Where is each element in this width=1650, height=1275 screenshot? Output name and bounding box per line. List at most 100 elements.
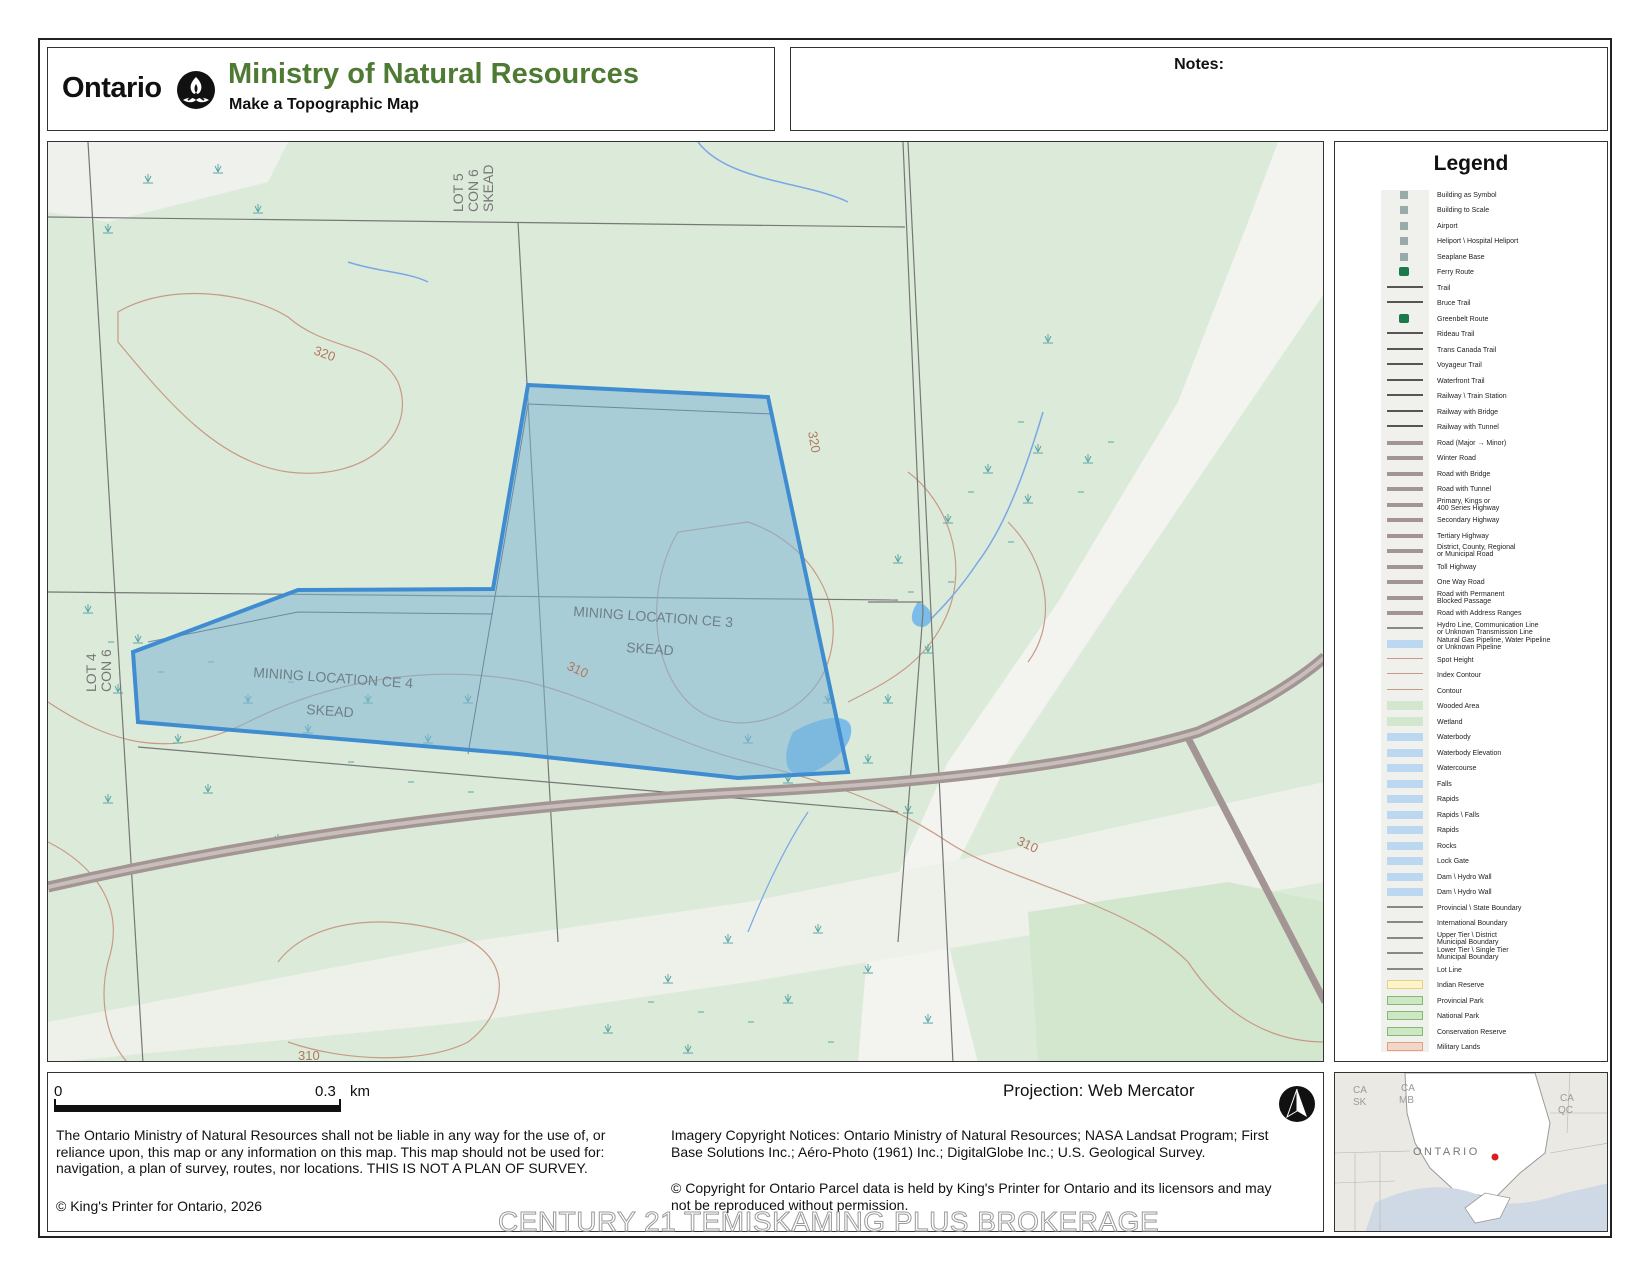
legend-item: Watercourse (1437, 765, 1477, 773)
page-subtitle: Make a Topographic Map (229, 96, 419, 113)
legend-symbol-icon (1387, 440, 1423, 445)
legend-symbol-icon (1387, 285, 1423, 288)
legend-symbol-icon (1400, 252, 1408, 261)
lot4-label: LOT 4 CON 6 (83, 649, 114, 692)
legend-symbol-icon (1387, 967, 1423, 970)
map-canvas[interactable]: LOT 5 CON 6 SKEAD LOT 4 CON 6 MINING LOC… (48, 142, 1324, 1062)
legend-symbol-icon (1387, 301, 1423, 304)
legend-symbol-icon (1387, 748, 1423, 757)
legend-symbol-icon (1387, 921, 1423, 924)
legend-item: Provincial \ State Boundary (1437, 904, 1522, 912)
svg-text:CON 6: CON 6 (98, 649, 114, 692)
legend-item: Seaplane Base (1437, 253, 1485, 261)
legend-item: Lower Tier \ Single Tier Municipal Bound… (1437, 947, 1509, 962)
scale-bar-unit-label: km (350, 1083, 370, 1100)
svg-text:CON 6: CON 6 (465, 169, 481, 212)
legend-symbol-icon (1387, 716, 1423, 726)
legend-item: Toll Highway (1437, 563, 1477, 571)
legend-symbol-icon (1387, 378, 1423, 381)
legend-item: Provincial Park (1437, 997, 1484, 1005)
legend-item: Ferry Route (1437, 269, 1474, 277)
legend-item: Rideau Trail (1437, 331, 1475, 339)
inset-neighbour-label: QC (1558, 1105, 1573, 1116)
legend-item: Lot Line (1437, 966, 1462, 974)
legend-item: Contour (1437, 687, 1462, 695)
svg-text:SKEAD: SKEAD (480, 165, 496, 212)
legend-item: Airport (1437, 222, 1458, 230)
legend-symbol-icon (1387, 502, 1423, 507)
legend-panel: Legend Building as Symbol Building to Sca… (1334, 141, 1608, 1062)
north-arrow-icon (1279, 1086, 1315, 1122)
mining-location-ce3-township: SKEAD (626, 639, 674, 658)
legend-symbol-icon (1387, 688, 1423, 690)
legend-item: International Boundary (1437, 920, 1508, 928)
legend-item: Falls (1437, 780, 1452, 788)
legend-item: Winter Road (1437, 455, 1476, 463)
svg-text:LOT 5: LOT 5 (450, 173, 466, 212)
notes-label: Notes: (1174, 56, 1224, 73)
legend-item: Secondary Highway (1437, 517, 1500, 525)
inset-neighbour-label: CA (1353, 1085, 1367, 1096)
legend-item: Waterbody Elevation (1437, 749, 1502, 757)
scale-bar-end-label: 0.3 (315, 1083, 336, 1100)
legend-symbol-icon (1387, 487, 1423, 492)
legend-item: Trans Canada Trail (1437, 346, 1497, 354)
legend-symbol-icon (1387, 936, 1423, 939)
legend-item: Road (Major → Minor) (1437, 439, 1507, 447)
legend-symbol-icon (1387, 795, 1423, 804)
copyright-notice: © King's Printer for Ontario, 2026 (56, 1198, 262, 1214)
mining-location-ce4-township: SKEAD (306, 701, 354, 720)
legend-item: Railway with Bridge (1437, 408, 1499, 416)
legend-symbol-icon (1387, 872, 1423, 881)
legend-item: Building as Symbol (1437, 192, 1497, 199)
legend-item: Waterbody (1437, 734, 1471, 742)
legend-symbol-icon (1387, 640, 1423, 649)
inset-neighbour-label: CA (1401, 1083, 1415, 1094)
legend-item: Upper Tier \ District Municipal Boundary (1437, 931, 1499, 946)
legend-item: Wetland (1437, 718, 1463, 726)
legend-symbol-icon (1387, 952, 1423, 955)
legend-item: Heliport \ Hospital Heliport (1437, 238, 1519, 246)
legend-item: Index Contour (1437, 672, 1481, 680)
legend-item: Military Lands (1437, 1044, 1481, 1051)
legend-item: Building to Scale (1437, 207, 1490, 215)
legend-item: Lock Gate (1437, 858, 1469, 866)
legend-item: Dam \ Hydro Wall (1437, 889, 1492, 897)
ontario-trillium-logo-icon (177, 71, 215, 109)
legend-symbol-icon (1387, 888, 1423, 897)
legend-item: Bruce Trail (1437, 300, 1471, 308)
legend-symbol-icon (1387, 905, 1423, 908)
legend-symbol-icon (1387, 779, 1423, 788)
projection-label: Projection: Web Mercator (1003, 1081, 1195, 1100)
notes-panel[interactable]: Notes: (790, 47, 1608, 131)
legend-symbol-icon (1399, 313, 1409, 323)
contour-label: 310 (298, 1048, 320, 1062)
legend-symbol-icon (1387, 425, 1423, 428)
legend-item: Trail (1437, 284, 1451, 292)
legend-symbol-icon (1387, 564, 1423, 569)
imagery-copyright-notice: Imagery Copyright Notices: Ontario Minis… (671, 1127, 1269, 1160)
legend-symbol-icon (1387, 733, 1423, 742)
scale-bar (55, 1105, 340, 1112)
location-marker-icon (1491, 1153, 1499, 1161)
inset-neighbour-label: MB (1399, 1095, 1414, 1106)
legend-item: Conservation Reserve (1437, 1028, 1507, 1036)
topographic-map[interactable]: LOT 5 CON 6 SKEAD LOT 4 CON 6 MINING LOC… (47, 141, 1324, 1062)
legend-symbol-icon (1387, 1011, 1423, 1021)
legend-symbol-icon (1387, 471, 1423, 476)
ontario-wordmark: Ontario (62, 72, 162, 104)
legend-symbol-icon (1387, 626, 1423, 629)
brokerage-watermark: CENTURY 21 TEMISKAMING PLUS BROKERAGE (497, 1206, 1160, 1238)
legend-item: District, County, Regional or Municipal … (1437, 544, 1516, 559)
legend-symbol-icon (1387, 995, 1423, 1005)
legend-symbol-icon (1387, 810, 1423, 819)
legend-symbol-icon (1387, 764, 1423, 773)
legend-item: Rocks (1437, 842, 1457, 850)
svg-text:LOT 4: LOT 4 (83, 653, 99, 692)
legend-item: Railway with Tunnel (1437, 424, 1499, 432)
legend-symbol-icon (1387, 1042, 1423, 1051)
legend-symbol-icon (1400, 206, 1408, 215)
liability-disclaimer: The Ontario Ministry of Natural Resource… (56, 1127, 606, 1176)
legend-item: Road with Tunnel (1437, 486, 1492, 494)
legend-symbol-icon (1387, 533, 1423, 538)
